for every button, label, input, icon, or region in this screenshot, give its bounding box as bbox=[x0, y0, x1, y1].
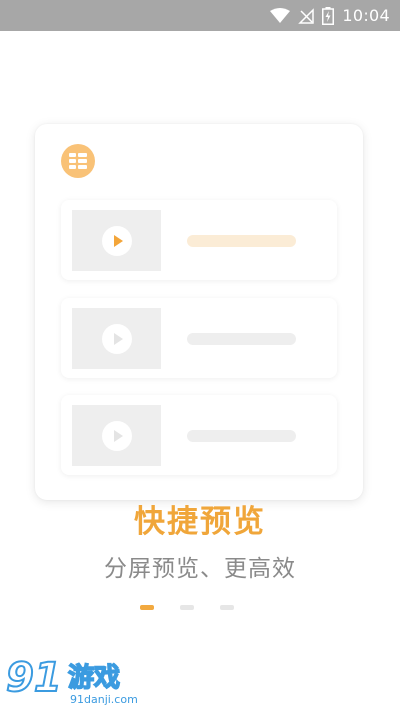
video-thumbnail bbox=[72, 405, 161, 466]
page-dot-2[interactable] bbox=[180, 605, 194, 610]
status-bar: 10:04 bbox=[0, 0, 400, 31]
play-icon bbox=[102, 324, 132, 354]
status-time: 10:04 bbox=[342, 6, 390, 25]
title-placeholder bbox=[187, 235, 296, 247]
video-row-3 bbox=[61, 395, 337, 475]
play-icon bbox=[102, 226, 132, 256]
watermark-logo-number: 91 bbox=[5, 654, 63, 702]
signal-off-icon bbox=[298, 7, 315, 24]
watermark-url: 91danji.com bbox=[70, 693, 138, 706]
play-icon bbox=[102, 421, 132, 451]
battery-charging-icon bbox=[322, 6, 335, 25]
wifi-icon bbox=[270, 7, 291, 23]
onboarding-title: 快捷预览 bbox=[134, 504, 266, 540]
status-icons: 10:04 bbox=[270, 0, 390, 31]
onboarding-subtitle: 分屏预览、更高效 bbox=[104, 556, 296, 582]
title-placeholder bbox=[187, 430, 296, 442]
watermark-brand: 游戏 bbox=[67, 662, 121, 694]
page-dot-1[interactable] bbox=[140, 605, 154, 610]
watermark-logo: 91 游戏 91danji.com bbox=[5, 654, 146, 707]
video-row-1 bbox=[61, 200, 337, 280]
grid-list-icon bbox=[61, 144, 95, 178]
video-thumbnail bbox=[72, 308, 161, 369]
page-indicator bbox=[140, 605, 260, 610]
title-placeholder bbox=[187, 333, 296, 345]
video-row-2 bbox=[61, 298, 337, 378]
video-thumbnail bbox=[72, 210, 161, 271]
preview-illustration-card bbox=[35, 124, 363, 500]
page-dot-3[interactable] bbox=[220, 605, 234, 610]
